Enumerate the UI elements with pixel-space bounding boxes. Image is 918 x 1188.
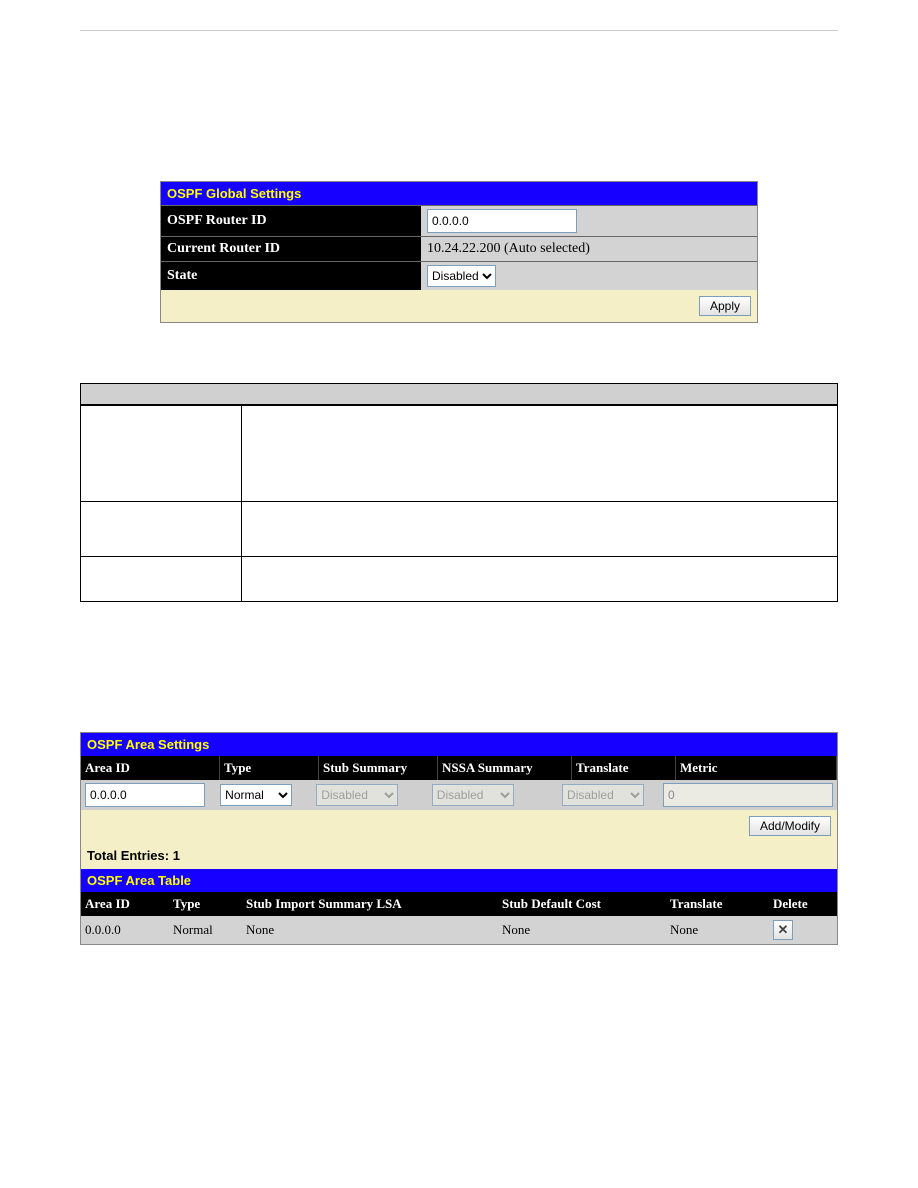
add-modify-button[interactable]: Add/Modify [749, 816, 831, 836]
area-table-title: OSPF Area Table [81, 869, 837, 892]
description-table [80, 405, 838, 602]
th-type: Type [169, 892, 242, 916]
delete-button[interactable]: ✕ [773, 920, 793, 940]
router-id-input[interactable] [427, 209, 577, 233]
th-stub-default-cost: Stub Default Cost [498, 892, 666, 916]
table-row: 0.0.0.0 Normal None None None ✕ [81, 916, 837, 944]
header-type: Type [220, 756, 319, 780]
current-router-id-value: 10.24.22.200 (Auto selected) [421, 237, 757, 261]
close-icon: ✕ [778, 922, 789, 938]
state-row: State Disabled [161, 261, 757, 290]
th-delete: Delete [769, 892, 837, 916]
cell-area-id: 0.0.0.0 [81, 916, 169, 944]
th-area-id: Area ID [81, 892, 169, 916]
th-stub-import: Stub Import Summary LSA [242, 892, 498, 916]
stub-summary-select: Disabled [316, 784, 398, 806]
header-metric: Metric [676, 756, 837, 780]
translate-select: Disabled [562, 784, 644, 806]
router-id-label: OSPF Router ID [161, 206, 421, 236]
cell-stub-default-cost: None [498, 916, 666, 944]
header-area-id: Area ID [81, 756, 220, 780]
header-nssa-summary: NSSA Summary [438, 756, 572, 780]
th-translate: Translate [666, 892, 769, 916]
state-select[interactable]: Disabled [427, 265, 496, 287]
divider [80, 30, 838, 31]
panel-title: OSPF Global Settings [161, 182, 757, 205]
cell-type: Normal [169, 916, 242, 944]
metric-input [663, 783, 833, 807]
type-select[interactable]: Normal [220, 784, 292, 806]
nssa-summary-select: Disabled [432, 784, 514, 806]
description-section [80, 383, 838, 602]
ospf-area-settings-panel: OSPF Area Settings Area ID Type Stub Sum… [80, 732, 838, 945]
header-stub-summary: Stub Summary [319, 756, 438, 780]
area-settings-title: OSPF Area Settings [81, 733, 837, 756]
header-translate: Translate [572, 756, 676, 780]
area-table: Area ID Type Stub Import Summary LSA Stu… [81, 892, 837, 944]
current-router-id-row: Current Router ID 10.24.22.200 (Auto sel… [161, 236, 757, 261]
ospf-global-settings-panel: OSPF Global Settings OSPF Router ID Curr… [160, 181, 758, 323]
router-id-row: OSPF Router ID [161, 205, 757, 236]
apply-button[interactable]: Apply [699, 296, 751, 316]
current-router-id-label: Current Router ID [161, 237, 421, 261]
area-settings-header-row: Area ID Type Stub Summary NSSA Summary T… [81, 756, 837, 780]
area-id-input[interactable] [85, 783, 205, 807]
area-settings-input-row: Normal Disabled Disabled Disabled [81, 780, 837, 810]
cell-translate: None [666, 916, 769, 944]
area-table-header-row: Area ID Type Stub Import Summary LSA Stu… [81, 892, 837, 916]
description-header [80, 383, 838, 405]
state-label: State [161, 262, 421, 290]
total-entries: Total Entries: 1 [81, 842, 837, 869]
cell-stub-import: None [242, 916, 498, 944]
